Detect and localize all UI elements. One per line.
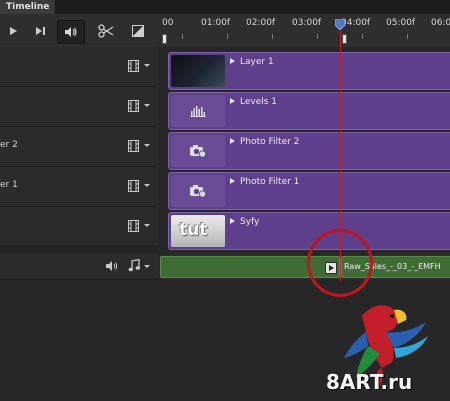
clip-thumbnail xyxy=(171,95,225,127)
expand-triangle-icon[interactable] xyxy=(230,217,235,224)
track-header[interactable]: er 2 xyxy=(0,127,158,167)
ruler-tick xyxy=(272,34,273,39)
film-strip-icon[interactable] xyxy=(128,180,139,192)
playhead-handle[interactable] xyxy=(335,19,345,30)
speaker-icon[interactable] xyxy=(106,261,118,271)
highlight-circle-annotation xyxy=(307,229,373,297)
step-forward-button[interactable] xyxy=(28,20,54,42)
clip-label[interactable]: Levels 1 xyxy=(230,97,277,107)
syfy-logo: tut xyxy=(179,220,208,240)
work-area-end-handle[interactable] xyxy=(342,34,347,44)
clip-thumbnail xyxy=(171,175,225,207)
ruler-label: 05:00f xyxy=(386,18,416,28)
levels-icon xyxy=(190,106,206,117)
clip-thumbnail xyxy=(171,55,225,87)
camera-icon xyxy=(190,185,207,198)
video-clip-syfy[interactable]: tut Syfy xyxy=(168,212,450,250)
chevron-down-icon[interactable] xyxy=(144,64,150,67)
watermark-text: 8ART.ru xyxy=(326,370,413,394)
play-button[interactable] xyxy=(0,20,26,42)
adjustment-clip-photo-filter-2[interactable]: Photo Filter 2 xyxy=(168,132,450,170)
audio-toggle-button[interactable] xyxy=(57,20,85,44)
ruler-tick xyxy=(407,34,408,39)
split-at-playhead-icon xyxy=(98,24,114,38)
ruler-label: 03:00f xyxy=(292,18,322,28)
video-clip-layer-1[interactable]: Layer 1 xyxy=(168,52,450,90)
adjustment-clip-levels-1[interactable]: Levels 1 xyxy=(168,92,450,130)
transition-icon xyxy=(132,25,144,37)
adjustment-clip-photo-filter-1[interactable]: Photo Filter 1 xyxy=(168,172,450,210)
clip-thumbnail xyxy=(171,135,225,167)
ruler-label: 04:00f xyxy=(341,18,371,28)
clip-name: Photo Filter 2 xyxy=(240,137,300,147)
film-strip-icon[interactable] xyxy=(128,60,139,72)
transition-button[interactable] xyxy=(125,20,151,42)
timeline-toolbar xyxy=(0,14,158,48)
film-strip-icon[interactable] xyxy=(128,220,139,232)
chevron-down-icon[interactable] xyxy=(144,104,150,107)
ruler-label: 06:0 xyxy=(431,18,450,28)
ruler-tick xyxy=(362,34,363,39)
chevron-down-icon[interactable] xyxy=(144,224,150,227)
camera-icon xyxy=(190,145,207,158)
track-header[interactable] xyxy=(0,87,158,127)
play-icon xyxy=(10,27,17,35)
clip-label[interactable]: Photo Filter 1 xyxy=(230,177,299,187)
track-name: er 1 xyxy=(0,180,18,190)
film-strip-icon[interactable] xyxy=(128,100,139,112)
clip-name: Layer 1 xyxy=(240,57,274,67)
track-headers: er 2 er 1 xyxy=(0,47,158,280)
chevron-down-icon[interactable] xyxy=(144,265,150,268)
track-header[interactable] xyxy=(0,207,158,247)
music-note-icon[interactable] xyxy=(128,259,140,272)
audio-icon xyxy=(65,27,77,37)
expand-triangle-icon[interactable] xyxy=(230,137,235,144)
ruler-label: 00 xyxy=(162,18,174,28)
timeline-panel: Timeline 00 01:00f 02:00f 03:00f 04:00f … xyxy=(0,0,450,401)
expand-triangle-icon[interactable] xyxy=(230,97,235,104)
chevron-down-icon[interactable] xyxy=(144,184,150,187)
clip-name: Syfy xyxy=(240,217,260,227)
clip-label[interactable]: Photo Filter 2 xyxy=(230,137,299,147)
split-at-playhead-button[interactable] xyxy=(93,20,119,42)
work-area-start-handle[interactable] xyxy=(162,34,167,44)
track-header[interactable]: er 1 xyxy=(0,167,158,207)
step-forward-icon xyxy=(36,27,45,35)
chevron-down-icon[interactable] xyxy=(144,144,150,147)
clip-label[interactable]: Syfy xyxy=(230,217,259,227)
clip-thumbnail: tut xyxy=(171,215,225,247)
ruler-tick xyxy=(182,34,183,39)
clip-label[interactable]: Layer 1 xyxy=(230,57,274,67)
tab-timeline[interactable]: Timeline xyxy=(0,0,57,14)
audio-track-header[interactable] xyxy=(0,253,158,280)
film-strip-icon[interactable] xyxy=(128,140,139,152)
expand-triangle-icon[interactable] xyxy=(230,177,235,184)
track-name: er 2 xyxy=(0,140,18,150)
time-ruler[interactable]: 00 01:00f 02:00f 03:00f 04:00f 05:00f 06… xyxy=(158,14,450,48)
ruler-label: 01:00f xyxy=(201,18,231,28)
track-header[interactable] xyxy=(0,47,158,87)
ruler-tick xyxy=(227,34,228,39)
expand-triangle-icon[interactable] xyxy=(230,57,235,64)
clip-name: Levels 1 xyxy=(240,97,278,107)
clip-name: Photo Filter 1 xyxy=(240,177,300,187)
ruler-label: 02:00f xyxy=(246,18,276,28)
ruler-tick xyxy=(317,34,318,39)
panel-tab-bar: Timeline xyxy=(0,0,450,14)
